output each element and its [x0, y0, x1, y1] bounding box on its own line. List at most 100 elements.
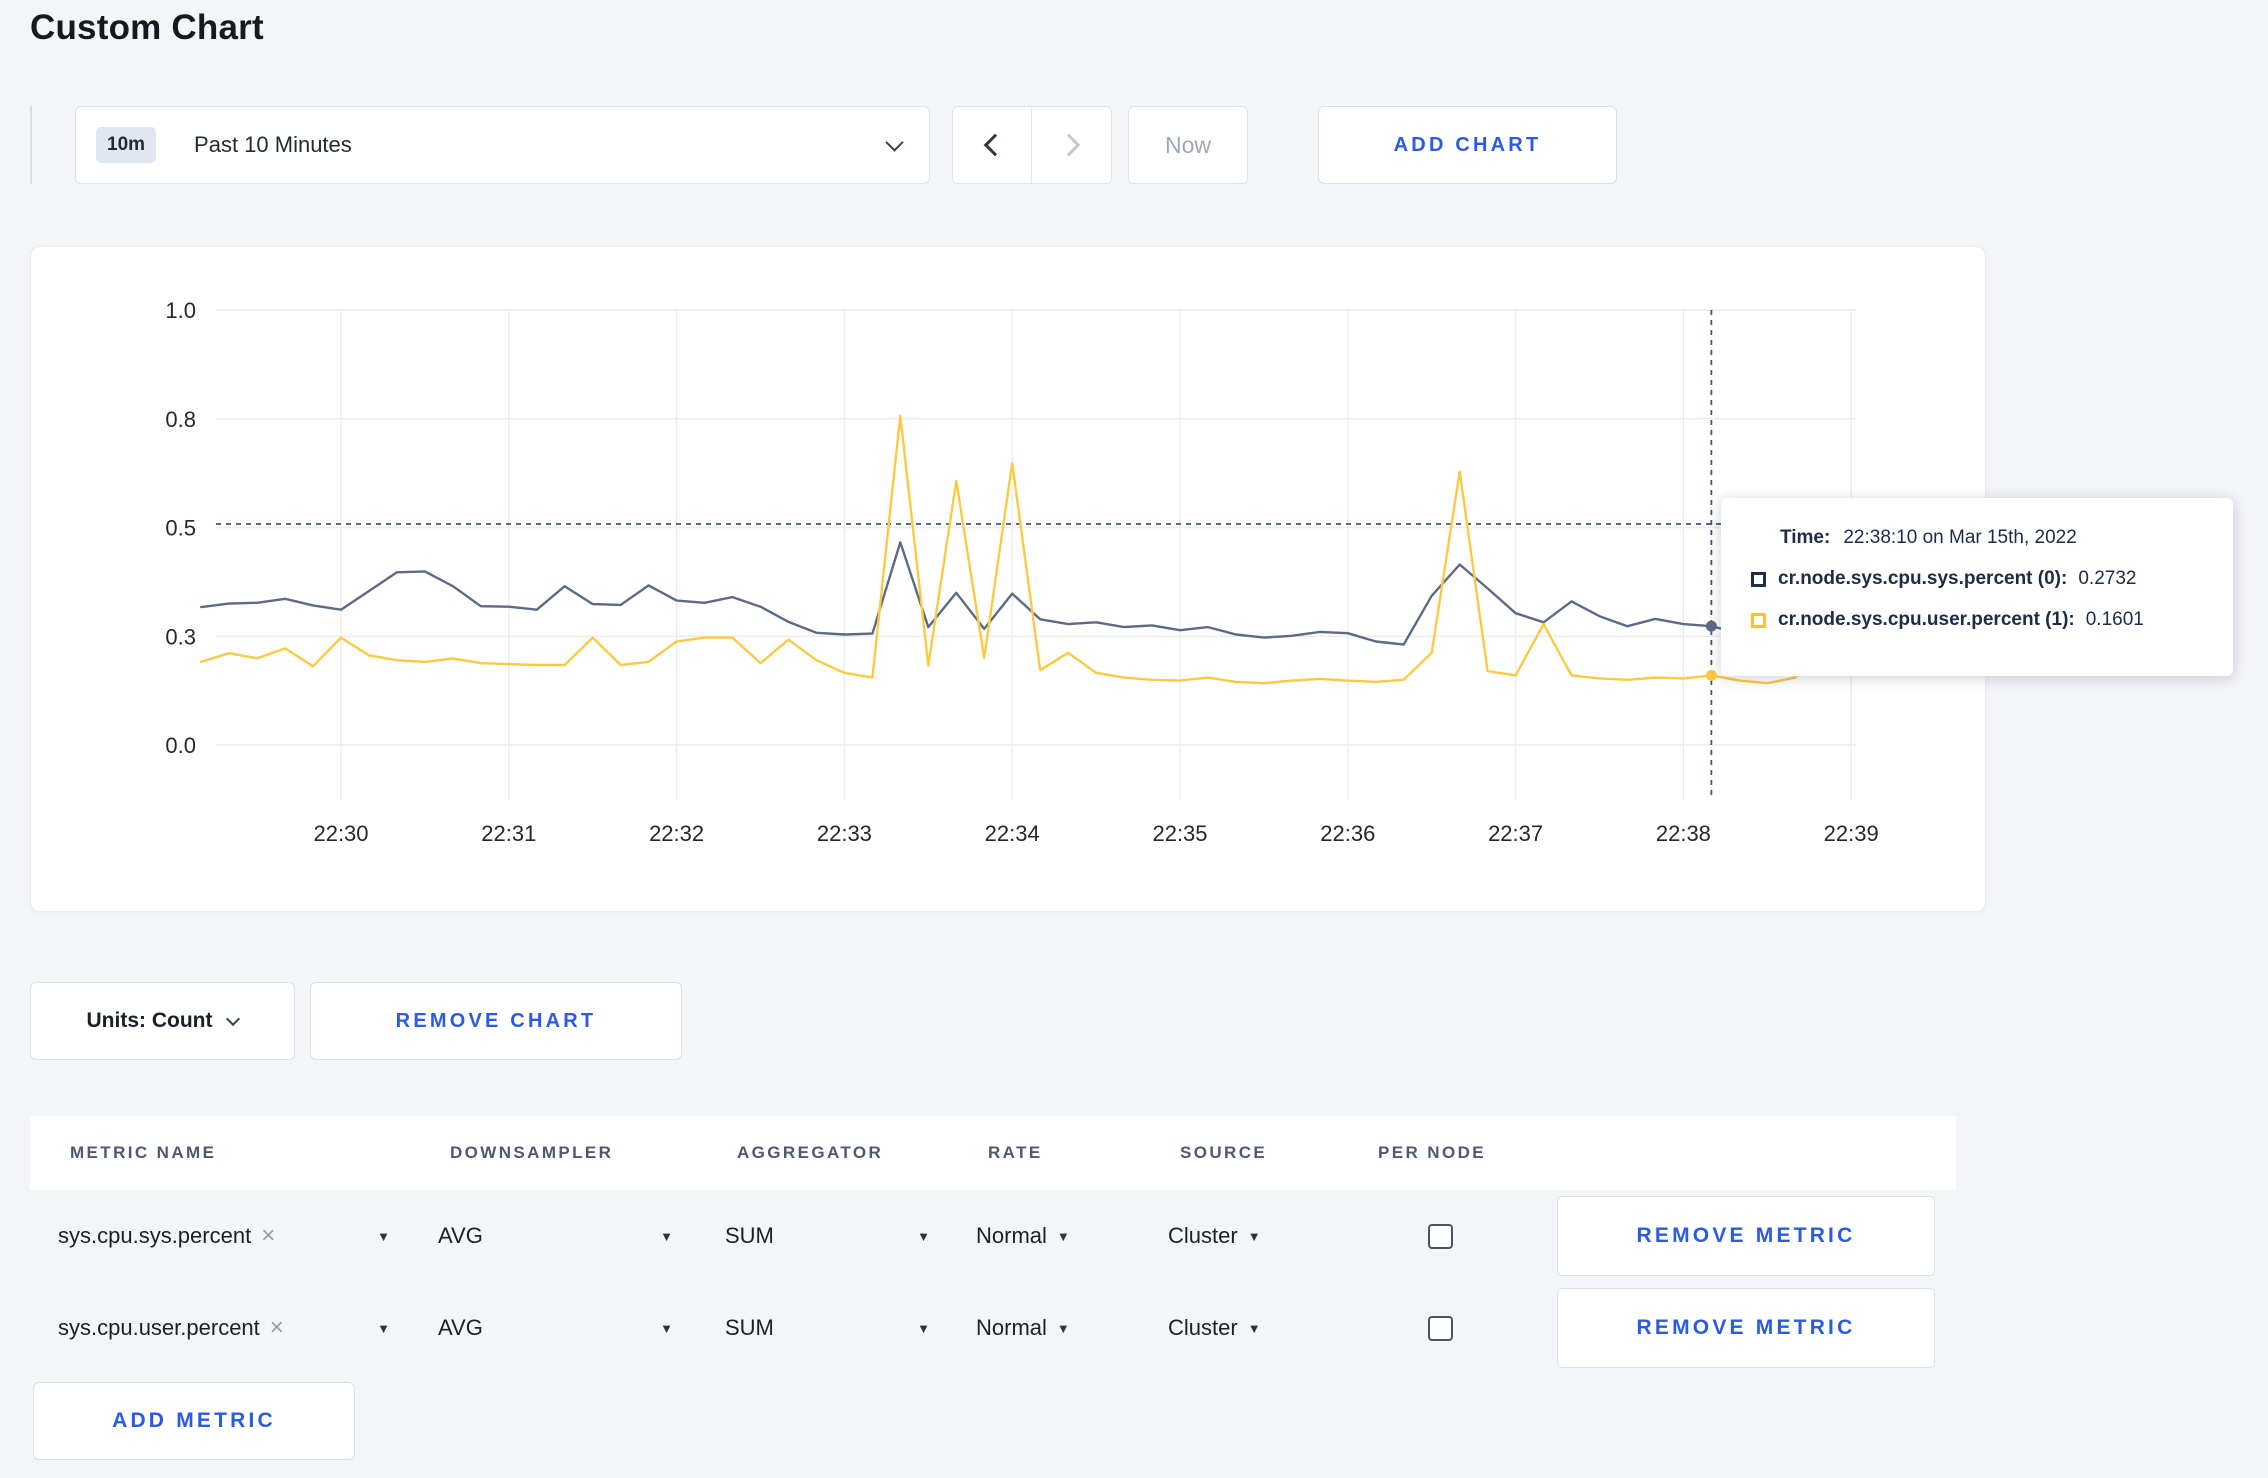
per-node-checkbox[interactable] — [1428, 1315, 1453, 1341]
next-time-button[interactable] — [1032, 107, 1111, 183]
chart-actions: Units: Count REMOVE CHART — [30, 982, 2268, 1060]
aggregator-select[interactable]: SUM ▼ — [725, 1223, 930, 1249]
metric-row: sys.cpu.sys.percent × ▼ AVG ▼ SUM ▼ Normal ▼ Clus… — [30, 1190, 1956, 1282]
time-window-selector[interactable]: 10m Past 10 Minutes — [75, 106, 930, 184]
metrics-table: METRIC NAME DOWNSAMPLER AGGREGATOR RATE SOUR… — [30, 1116, 2268, 1460]
dropdown-caret-icon: ▼ — [1247, 1228, 1261, 1244]
column-header: AGGREGATOR — [737, 1143, 884, 1162]
source-select[interactable]: Cluster ▼ — [1168, 1315, 1366, 1341]
dropdown-caret-icon: ▼ — [660, 1320, 673, 1336]
downsampler-value: AVG — [438, 1223, 483, 1248]
add-metric-button[interactable]: ADD METRIC — [33, 1382, 355, 1460]
time-pager — [952, 106, 1112, 184]
toolbar-divider — [30, 106, 32, 184]
tooltip-series-name: cr.node.sys.cpu.user.percent (1): — [1778, 609, 2075, 630]
remove-metric-button[interactable]: REMOVE METRIC — [1557, 1288, 1935, 1368]
line-chart[interactable]: 22:30 22:31 22:32 22:33 22:34 22:35 22:36 22:37… — [31, 247, 1987, 913]
x-axis-tick-label: 22:33 — [817, 821, 872, 846]
chevron-down-icon — [226, 1011, 241, 1027]
aggregator-value: SUM — [725, 1223, 774, 1248]
prev-time-button[interactable] — [953, 107, 1032, 183]
column-header: DOWNSAMPLER — [450, 1143, 614, 1162]
column-header: METRIC NAME — [70, 1143, 217, 1162]
downsampler-select[interactable]: AVG ▼ — [438, 1223, 673, 1249]
y-axis-tick-label: 0.0 — [165, 733, 196, 758]
remove-metric-cell: REMOVE METRIC — [1545, 1196, 1956, 1276]
remove-metric-cell: REMOVE METRIC — [1545, 1288, 1956, 1368]
dropdown-caret-icon: ▼ — [917, 1228, 930, 1244]
series-user-percent-line — [199, 414, 1853, 685]
custom-chart-page: Custom Chart 10m Past 10 Minutes Now ADD… — [0, 0, 2268, 1478]
tooltip-series-name: cr.node.sys.cpu.sys.percent (0): — [1778, 568, 2068, 589]
chevron-down-icon — [885, 132, 904, 152]
tooltip-time-label: Time: — [1780, 527, 1831, 548]
tooltip-time-row: Time: 22:38:10 on Mar 15th, 2022 — [1780, 525, 2209, 551]
rate-select[interactable]: Normal ▼ — [976, 1315, 1168, 1341]
x-axis-tick-label: 22:38 — [1656, 821, 1711, 846]
chevron-right-icon — [1057, 133, 1080, 157]
y-axis-tick-label: 0.5 — [165, 516, 196, 541]
x-axis-tick-label: 22:35 — [1152, 821, 1207, 846]
units-selector[interactable]: Units: Count — [30, 982, 295, 1060]
metrics-table-body: sys.cpu.sys.percent × ▼ AVG ▼ SUM ▼ Normal ▼ Clus… — [30, 1190, 2268, 1374]
x-axis-tick-label: 22:32 — [649, 821, 704, 846]
per-node-cell — [1366, 1223, 1545, 1249]
dropdown-caret-icon: ▼ — [1247, 1320, 1261, 1336]
rate-select[interactable]: Normal ▼ — [976, 1223, 1168, 1249]
per-node-checkbox[interactable] — [1428, 1223, 1453, 1249]
column-header: PER NODE — [1378, 1143, 1486, 1162]
metric-name-value: sys.cpu.sys.percent — [58, 1223, 252, 1248]
dropdown-caret-icon: ▼ — [377, 1320, 390, 1336]
tooltip-series-list: cr.node.sys.cpu.sys.percent (0): 0.2732 cr… — [1751, 566, 2209, 633]
tooltip-series-row: cr.node.sys.cpu.user.percent (1): 0.1601 — [1751, 607, 2209, 633]
downsampler-value: AVG — [438, 1315, 483, 1340]
remove-metric-button[interactable]: REMOVE METRIC — [1557, 1196, 1935, 1276]
dropdown-caret-icon: ▼ — [1056, 1228, 1070, 1244]
series-user-hover-dot — [1705, 669, 1717, 681]
now-button[interactable]: Now — [1128, 106, 1248, 184]
tooltip-series-value: 0.2732 — [2078, 568, 2137, 589]
dropdown-caret-icon: ▼ — [917, 1320, 930, 1336]
metric-name-group: sys.cpu.sys.percent × — [58, 1222, 275, 1250]
remove-chart-button[interactable]: REMOVE CHART — [310, 982, 682, 1060]
x-axis-tick-label: 22:39 — [1824, 821, 1879, 846]
metric-name-group: sys.cpu.user.percent × — [58, 1314, 284, 1342]
y-axis-tick-label: 1.0 — [165, 298, 196, 323]
x-axis-tick-label: 22:36 — [1320, 821, 1375, 846]
series-swatch-icon — [1751, 612, 1766, 628]
tooltip-series-row: cr.node.sys.cpu.sys.percent (0): 0.2732 — [1751, 566, 2209, 592]
metric-name-select[interactable]: sys.cpu.sys.percent × ▼ — [58, 1222, 390, 1250]
x-axis-tick-label: 22:37 — [1488, 821, 1543, 846]
aggregator-select[interactable]: SUM ▼ — [725, 1315, 930, 1341]
downsampler-select[interactable]: AVG ▼ — [438, 1315, 673, 1341]
dropdown-caret-icon: ▼ — [1056, 1320, 1070, 1336]
x-axis-tick-label: 22:31 — [481, 821, 536, 846]
toolbar: 10m Past 10 Minutes Now ADD CHART — [30, 106, 2268, 184]
x-axis-tick-label: 22:30 — [313, 821, 368, 846]
per-node-cell — [1366, 1315, 1545, 1341]
chart-panel: 22:30 22:31 22:32 22:33 22:34 22:35 22:36 22:37… — [30, 246, 2233, 913]
metric-name-select[interactable]: sys.cpu.user.percent × ▼ — [58, 1314, 390, 1342]
y-axis-tick-label: 0.8 — [165, 407, 196, 432]
rate-value: Normal — [976, 1223, 1047, 1248]
time-window-label: Past 10 Minutes — [194, 132, 352, 157]
metric-name-value: sys.cpu.user.percent — [58, 1315, 260, 1340]
series-swatch-icon — [1751, 571, 1766, 587]
series-sys-percent-line — [199, 541, 1853, 646]
source-select[interactable]: Cluster ▼ — [1168, 1223, 1366, 1249]
tooltip-series-value: 0.1601 — [2085, 609, 2144, 630]
chart-tooltip: Time: 22:38:10 on Mar 15th, 2022 cr.node… — [1721, 498, 2233, 676]
x-axis-tick-label: 22:34 — [985, 821, 1040, 846]
add-chart-button[interactable]: ADD CHART — [1318, 106, 1617, 184]
tooltip-time-value: 22:38:10 on Mar 15th, 2022 — [1843, 527, 2077, 548]
clear-metric-icon[interactable]: × — [270, 1314, 284, 1342]
y-axis-tick-label: 0.3 — [165, 624, 196, 649]
metrics-table-header: METRIC NAME DOWNSAMPLER AGGREGATOR RATE SOUR… — [30, 1116, 1956, 1190]
clear-metric-icon[interactable]: × — [261, 1222, 275, 1250]
page-title: Custom Chart — [30, 8, 264, 47]
column-header: RATE — [988, 1143, 1043, 1162]
aggregator-value: SUM — [725, 1315, 774, 1340]
chevron-left-icon — [983, 133, 1007, 157]
units-label: Units: Count — [86, 1009, 213, 1032]
dropdown-caret-icon: ▼ — [660, 1228, 673, 1244]
